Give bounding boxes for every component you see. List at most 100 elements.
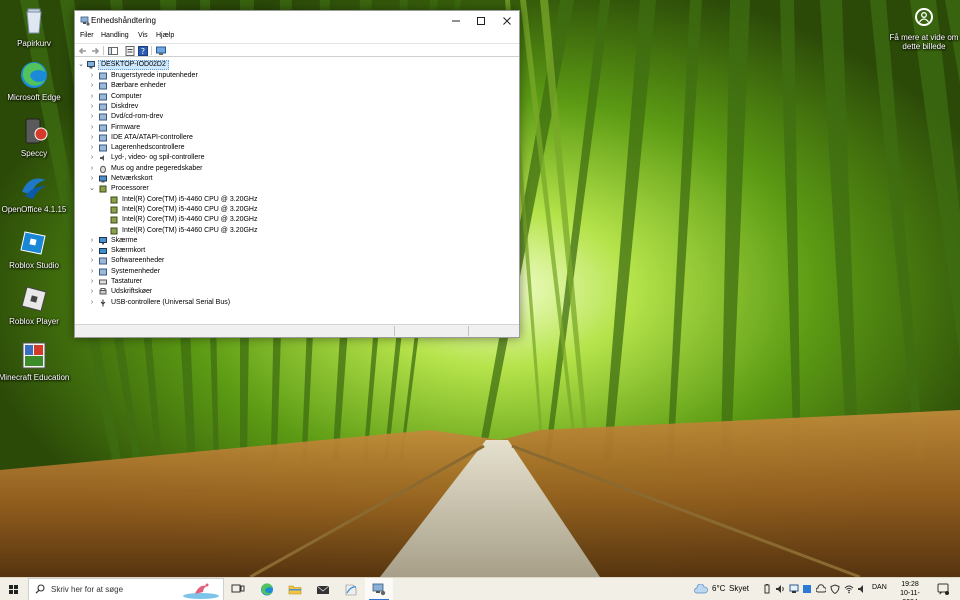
clock-time: 19:28 (901, 581, 919, 588)
minecraft-education-icon (19, 340, 49, 370)
taskbar-device-manager[interactable] (365, 578, 393, 600)
start-button[interactable] (0, 578, 28, 600)
desktop-icon-roblox-player[interactable]: Roblox Player (0, 284, 70, 327)
taskbar-edge[interactable] (253, 578, 281, 600)
desktop-icon-speccy[interactable]: Speccy (0, 116, 70, 159)
device-category-label: Firmware (111, 123, 141, 131)
collapse-chevron-icon[interactable]: ⌄ (77, 60, 85, 70)
device-category[interactable]: › Computer (75, 92, 375, 102)
taskbar-file-explorer[interactable] (281, 578, 309, 600)
device-category[interactable]: › Skærme (75, 236, 375, 246)
expand-chevron-icon[interactable]: › (88, 133, 96, 143)
expand-chevron-icon[interactable]: › (88, 123, 96, 133)
device-category-label: Systemenheder (111, 267, 161, 275)
expand-chevron-icon[interactable]: › (88, 102, 96, 112)
desktop-icon-openoffice[interactable]: OpenOffice 4.1.15 (0, 172, 70, 215)
status-pane-2 (395, 326, 469, 336)
device-item[interactable]: Intel(R) Core(TM) i5-4460 CPU @ 3.20GHz (75, 195, 375, 205)
help-icon[interactable]: ? (138, 46, 148, 56)
menu-view[interactable]: Vis (138, 32, 148, 39)
learn-more-about-picture[interactable]: Få mere at vide om dette billede (888, 8, 960, 51)
device-item[interactable]: Intel(R) Core(TM) i5-4460 CPU @ 3.20GHz (75, 205, 375, 215)
language-indicator[interactable]: DAN (872, 584, 887, 591)
scan-hardware-icon[interactable] (156, 46, 166, 56)
expand-chevron-icon[interactable]: › (88, 164, 96, 174)
device-category-label: Softwareenheder (111, 257, 165, 265)
device-category[interactable]: › Udskriftskøer (75, 287, 375, 297)
expand-chevron-icon[interactable]: › (88, 236, 96, 246)
expand-chevron-icon[interactable]: › (88, 71, 96, 81)
tree-root[interactable]: ⌄ DESKTOP-IOD02D2 (75, 60, 255, 70)
maximize-button[interactable] (467, 11, 494, 31)
minimize-button[interactable] (442, 11, 469, 31)
desktop-icon-edge[interactable]: Microsoft Edge (0, 60, 70, 103)
forward-button[interactable] (90, 46, 100, 56)
device-category-label: Processorer (111, 185, 149, 193)
shield-icon[interactable] (830, 584, 840, 595)
network-icon[interactable] (789, 584, 799, 594)
device-tree[interactable]: ⌄ DESKTOP-IOD02D2 › Brugerstyrede inputen… (75, 59, 519, 335)
expand-chevron-icon[interactable]: › (88, 246, 96, 256)
expand-chevron-icon[interactable]: › (88, 298, 96, 308)
taskbar-openoffice-writer[interactable] (337, 578, 365, 600)
collapse-chevron-icon[interactable]: ⌄ (88, 184, 96, 194)
expand-chevron-icon[interactable]: › (88, 112, 96, 122)
back-button[interactable] (78, 46, 88, 56)
device-category[interactable]: › Lyd-, video- og spil-controllere (75, 153, 375, 163)
clock[interactable]: 19:28 10-11-2024 (893, 580, 927, 600)
title-bar[interactable]: Enhedshåndtering (75, 11, 519, 31)
device-category[interactable]: › Bærbare enheder (75, 81, 375, 91)
root-label[interactable]: DESKTOP-IOD02D2 (98, 60, 169, 70)
taskbar-search[interactable]: Skriv her for at søge (28, 578, 224, 600)
dvd-drive-icon (99, 113, 107, 121)
expand-chevron-icon[interactable]: › (88, 143, 96, 153)
desktop-icon-roblox-studio[interactable]: Roblox Studio (0, 228, 70, 271)
taskbar-task-view[interactable] (224, 578, 252, 600)
device-category[interactable]: › IDE ATA/ATAPI-controllere (75, 133, 375, 143)
device-category[interactable]: › Tastaturer (75, 277, 375, 287)
show-hide-console-tree-icon[interactable] (108, 46, 118, 56)
device-category[interactable]: › Systemenheder (75, 267, 375, 277)
volume-icon[interactable] (775, 584, 785, 594)
device-category[interactable]: › Brugerstyrede inputenheder (75, 71, 375, 81)
taskbar-mail[interactable] (309, 578, 337, 600)
device-category-label: Mus og andre pegeredskaber (111, 164, 203, 172)
disk-drive-icon (99, 103, 107, 111)
wifi-icon[interactable] (844, 584, 854, 594)
device-category[interactable]: › Firmware (75, 123, 375, 133)
expand-chevron-icon[interactable]: › (88, 287, 96, 297)
device-category[interactable]: › Netværkskort (75, 174, 375, 184)
device-category[interactable]: › Diskdrev (75, 102, 375, 112)
device-item[interactable]: Intel(R) Core(TM) i5-4460 CPU @ 3.20GHz (75, 215, 375, 225)
expand-chevron-icon[interactable]: › (88, 256, 96, 266)
storage-controller-icon (99, 144, 107, 152)
device-category[interactable]: › Softwareenheder (75, 256, 375, 266)
close-button[interactable] (493, 11, 520, 31)
expand-chevron-icon[interactable]: › (88, 81, 96, 91)
device-category[interactable]: › Skærmkort (75, 246, 375, 256)
cloud-sync-icon[interactable] (815, 584, 827, 594)
expand-chevron-icon[interactable]: › (88, 267, 96, 277)
properties-icon[interactable] (125, 46, 135, 56)
battery-icon[interactable] (762, 584, 772, 594)
device-category[interactable]: › USB-controllere (Universal Serial Bus) (75, 298, 375, 308)
expand-chevron-icon[interactable]: › (88, 277, 96, 287)
notification-center-icon[interactable] (937, 583, 949, 595)
expand-chevron-icon[interactable]: › (88, 174, 96, 184)
device-category[interactable]: › Dvd/cd-rom-drev (75, 112, 375, 122)
desktop-icon-recycle-bin[interactable]: Papirkurv (0, 6, 70, 49)
device-category[interactable]: ⌄ Processorer (75, 184, 375, 194)
device-item[interactable]: Intel(R) Core(TM) i5-4460 CPU @ 3.20GHz (75, 226, 375, 236)
menu-help[interactable]: Hjælp (156, 32, 174, 39)
clock-date: 10-11-2024 (900, 590, 920, 600)
device-category[interactable]: › Lagerenhedscontrollere (75, 143, 375, 153)
speaker-icon[interactable] (857, 584, 867, 594)
menu-file[interactable]: Filer (80, 32, 94, 39)
tray-app-icon[interactable] (802, 584, 812, 594)
device-category-label: Tastaturer (111, 278, 143, 285)
expand-chevron-icon[interactable]: › (88, 92, 96, 102)
desktop-icon-minecraft-education[interactable]: Minecraft Education (0, 340, 70, 383)
device-category[interactable]: › Mus og andre pegeredskaber (75, 164, 375, 174)
expand-chevron-icon[interactable]: › (88, 153, 96, 163)
menu-action[interactable]: Handling (101, 32, 129, 39)
